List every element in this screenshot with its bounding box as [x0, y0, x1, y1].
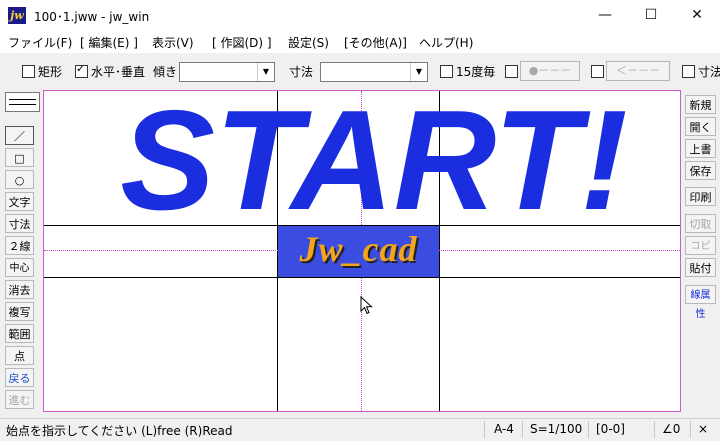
app-icon[interactable]: jw [8, 7, 26, 24]
tool-copy[interactable]: 複写 [5, 302, 34, 321]
menu-file[interactable]: ファイル(F) [8, 34, 72, 51]
status-arrow[interactable]: × [698, 422, 708, 436]
tool-point[interactable]: 点 [5, 346, 34, 365]
status-separator [484, 421, 485, 438]
window-title: 100･1.jww - jw_win [34, 10, 150, 24]
dim-right-checkbox[interactable] [682, 65, 695, 78]
maximize-button[interactable]: ☐ [628, 0, 674, 31]
status-layer[interactable]: [0-0] [596, 422, 625, 436]
title-bar: jw 100･1.jww - jw_win — ☐ ✕ [0, 0, 720, 31]
tool-center-line[interactable]: 中心線 [5, 258, 34, 293]
mouse-cursor-icon [360, 296, 373, 315]
status-separator [588, 421, 589, 438]
dot-checkbox[interactable] [505, 65, 518, 78]
tool-erase[interactable]: 消去 [5, 280, 34, 299]
status-separator [654, 421, 655, 438]
status-message: 始点を指示してください (L)free (R)Read [6, 424, 233, 438]
status-separator [522, 421, 523, 438]
chevron-down-icon[interactable]: ▼ [257, 63, 274, 81]
tool-text[interactable]: 文字 [5, 192, 34, 211]
button-print[interactable]: 印刷 [685, 187, 716, 206]
line-sample [9, 99, 36, 100]
menu-settings[interactable]: 設定(S) [288, 34, 329, 51]
grid-line [44, 277, 680, 278]
tool-undo[interactable]: 戻る [5, 368, 34, 387]
line-type-selector[interactable] [5, 92, 40, 112]
dimension-label: 寸法 [289, 65, 314, 79]
button-overwrite[interactable]: 上書 [685, 139, 716, 158]
tool-line[interactable]: ／ [5, 126, 34, 145]
line-sample [9, 104, 36, 105]
tool-range[interactable]: 範囲 [5, 324, 34, 343]
tool-double-line[interactable]: ２線 [5, 236, 34, 255]
status-separator [690, 421, 691, 438]
tool-circle[interactable]: ○ [5, 170, 34, 189]
arrow-line-button[interactable]: ＜－－－ [606, 61, 670, 81]
menu-bar: ファイル(F) [ 編集(E) ] 表示(V) [ 作図(D) ] 設定(S) … [0, 31, 720, 53]
menu-view[interactable]: 表示(V) [152, 34, 194, 51]
button-save[interactable]: 保存 [685, 161, 716, 180]
tilt-label: 傾き [153, 65, 178, 79]
tool-rectangle[interactable]: □ [5, 148, 34, 167]
status-paper-size[interactable]: A-4 [494, 422, 514, 436]
close-button[interactable]: ✕ [674, 0, 720, 31]
menu-help[interactable]: ヘルプ(H) [419, 34, 473, 51]
toolbar: 矩形 水平･垂直 傾き ▼ 寸法 ▼ 15度毎 ●－－－ ＜－－－ 寸法 [0, 56, 720, 86]
arrow-checkbox[interactable] [591, 65, 604, 78]
deg15-checkbox[interactable] [440, 65, 453, 78]
status-bar: 始点を指示してください (L)free (R)Read A-4 S=1/100 … [0, 418, 720, 441]
status-scale[interactable]: S=1/100 [530, 422, 582, 436]
menu-other[interactable]: [その他(A)] [344, 34, 407, 51]
tool-dimension[interactable]: 寸法 [5, 214, 34, 233]
drawing-canvas[interactable]: START! Jw_cad [43, 90, 681, 412]
button-open[interactable]: 開く [685, 117, 716, 136]
tool-redo[interactable]: 進む [5, 390, 34, 409]
button-line-attribute[interactable]: 線属性 [685, 285, 716, 320]
button-paste[interactable]: 貼付 [685, 258, 716, 277]
horizontal-vertical-checkbox[interactable] [75, 62, 88, 78]
status-angle[interactable]: ∠0 [662, 422, 680, 436]
jwcad-logo-box: Jw_cad [278, 226, 439, 277]
deg15-label: 15度毎 [456, 65, 496, 79]
button-cut[interactable]: 切取 [685, 214, 716, 233]
dim-right-label: 寸法 [698, 65, 720, 79]
jwcad-logo-text: Jw_cad [299, 229, 418, 269]
menu-draw[interactable]: [ 作図(D) ] [212, 34, 272, 51]
rectangle-label: 矩形 [38, 65, 63, 79]
minimize-button[interactable]: — [582, 0, 628, 31]
start-headline: START! [120, 90, 627, 231]
dimension-combo[interactable]: ▼ [320, 62, 428, 82]
chevron-down-icon[interactable]: ▼ [410, 63, 427, 81]
rectangle-checkbox[interactable] [22, 65, 35, 78]
menu-edit[interactable]: [ 編集(E) ] [80, 34, 138, 51]
headline-text: START! [120, 90, 627, 231]
tilt-combo[interactable]: ▼ [179, 62, 275, 82]
horizontal-vertical-label: 水平･垂直 [91, 65, 146, 79]
dot-line-button[interactable]: ●－－－ [520, 61, 580, 81]
button-new[interactable]: 新規 [685, 95, 716, 114]
button-copy[interactable]: コピー [685, 236, 716, 271]
